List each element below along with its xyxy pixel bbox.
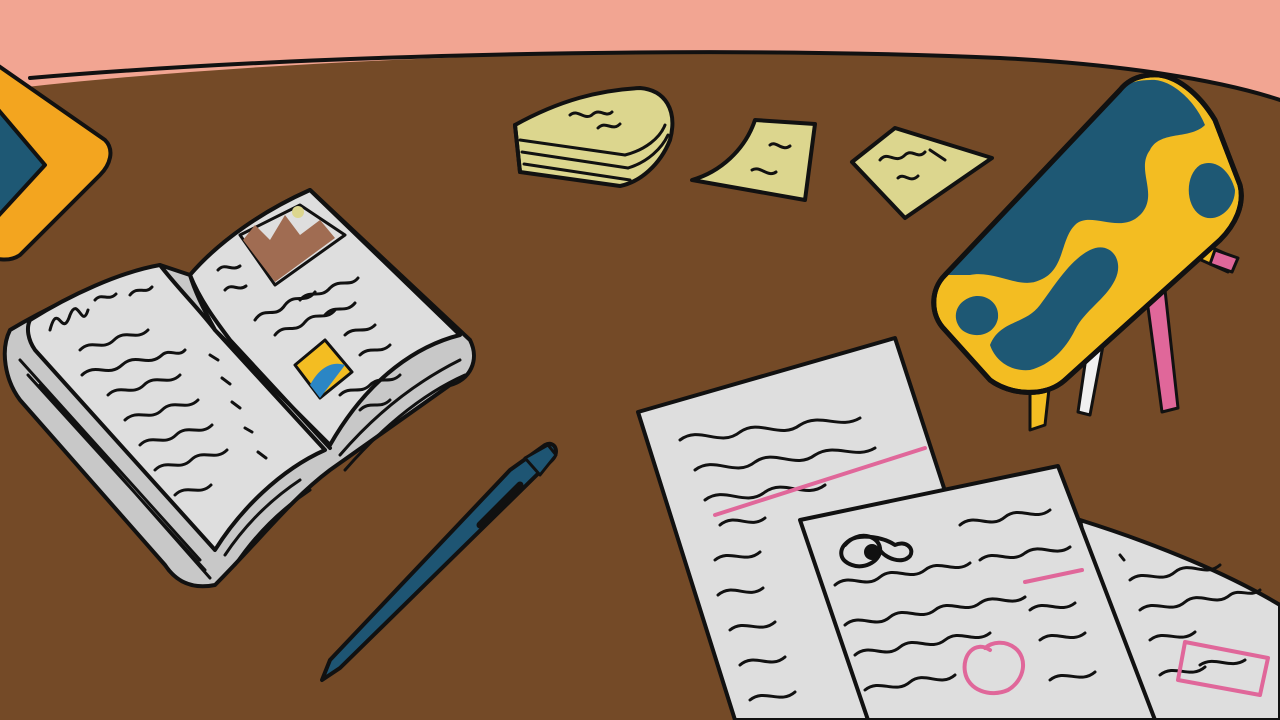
sun-icon [292, 206, 304, 218]
desk-scene-svg [0, 0, 1280, 720]
desk-illustration [0, 0, 1280, 720]
